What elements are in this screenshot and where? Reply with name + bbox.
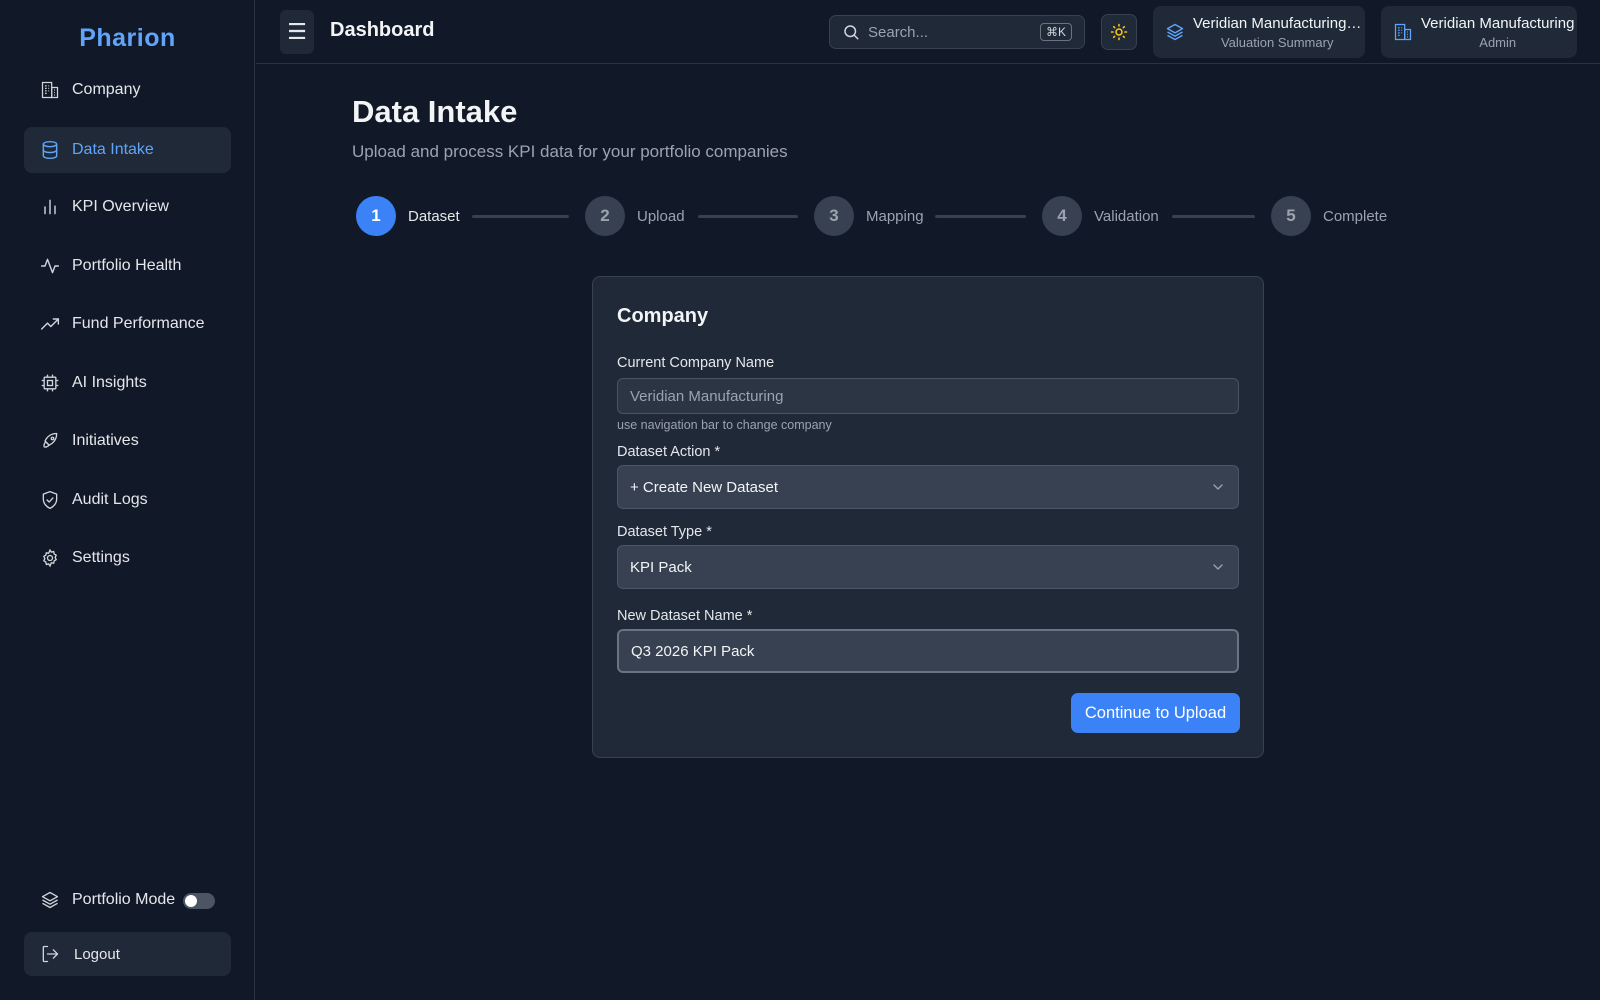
company-context-subtitle: Admin xyxy=(1479,34,1517,50)
theme-toggle-button[interactable] xyxy=(1101,14,1137,50)
step-4-indicator[interactable]: 4 xyxy=(1042,196,1082,236)
dataset-context-subtitle: Valuation Summary xyxy=(1220,34,1334,50)
menu-toggle-button[interactable]: ☰ xyxy=(280,10,314,54)
sidebar-item-fund-performance[interactable]: Fund Performance xyxy=(24,301,231,347)
step-connector xyxy=(935,215,1026,218)
sidebar-item-company[interactable]: Company xyxy=(24,67,231,113)
search-shortcut-badge: ⌘K xyxy=(1039,23,1072,41)
step-5-label: Complete xyxy=(1323,208,1388,225)
page-subtitle: Upload and process KPI data for your por… xyxy=(352,142,788,161)
company-name-hint: use navigation bar to change company xyxy=(617,418,832,432)
layers-icon xyxy=(1165,22,1185,42)
sidebar-item-kpi-overview[interactable]: KPI Overview xyxy=(24,184,231,230)
logout-icon xyxy=(40,944,60,964)
sidebar-item-audit-logs[interactable]: Audit Logs xyxy=(24,477,231,523)
dataset-form-card: Company Current Company Name Veridian Ma… xyxy=(592,276,1264,758)
sidebar-item-label: AI Insights xyxy=(72,374,147,391)
sidebar-item-label: Portfolio Health xyxy=(72,257,182,274)
gear-icon xyxy=(40,548,60,568)
building-icon xyxy=(40,80,60,100)
sidebar-item-label: Data Intake xyxy=(72,141,154,158)
sidebar-item-label: KPI Overview xyxy=(72,198,169,215)
sidebar: Pharion Company Data Intake KPI Overview… xyxy=(0,0,255,1000)
dataset-action-label: Dataset Action * xyxy=(617,444,721,460)
portfolio-mode-toggle[interactable] xyxy=(183,893,215,909)
portfolio-mode-row: Portfolio Mode xyxy=(24,878,231,922)
page-title: Data Intake xyxy=(352,94,518,129)
header-title: Dashboard xyxy=(330,19,435,41)
step-1-label: Dataset xyxy=(408,208,460,225)
dataset-context-title: Veridian Manufacturing… xyxy=(1193,14,1362,32)
sidebar-item-label: Initiatives xyxy=(72,432,139,449)
sun-icon xyxy=(1110,23,1128,41)
search-input[interactable]: Search... ⌘K xyxy=(829,15,1085,49)
trending-up-icon xyxy=(40,314,60,334)
chevron-down-icon xyxy=(1210,479,1226,495)
sidebar-item-label: Fund Performance xyxy=(72,315,205,332)
step-2-label: Upload xyxy=(637,208,685,225)
step-3-label: Mapping xyxy=(866,208,924,225)
dataset-type-value: KPI Pack xyxy=(630,558,692,576)
logout-label: Logout xyxy=(74,945,120,963)
brand-logo[interactable]: Pharion xyxy=(0,24,255,53)
search-icon xyxy=(842,23,860,41)
dataset-action-value: + Create New Dataset xyxy=(630,478,778,496)
shield-check-icon xyxy=(40,490,60,510)
step-connector xyxy=(698,215,798,218)
logout-button[interactable]: Logout xyxy=(24,932,231,976)
dataset-context-selector[interactable]: Veridian Manufacturing… Valuation Summar… xyxy=(1153,6,1365,58)
rocket-icon xyxy=(40,431,60,451)
bar-chart-icon xyxy=(40,197,60,217)
sidebar-item-settings[interactable]: Settings xyxy=(24,535,231,581)
sidebar-item-portfolio-health[interactable]: Portfolio Health xyxy=(24,243,231,289)
sidebar-item-label: Company xyxy=(72,81,141,98)
card-title: Company xyxy=(617,305,709,327)
dataset-type-select[interactable]: KPI Pack xyxy=(617,545,1239,589)
top-bar: ☰ Dashboard Search... ⌘K Veridian Manufa… xyxy=(256,0,1600,64)
step-4-label: Validation xyxy=(1094,208,1159,225)
sidebar-item-label: Audit Logs xyxy=(72,491,148,508)
sidebar-item-label: Settings xyxy=(72,549,130,566)
building-icon xyxy=(1393,22,1413,42)
step-connector xyxy=(1172,215,1255,218)
company-name-field: Veridian Manufacturing xyxy=(617,378,1239,414)
cpu-icon xyxy=(40,373,60,393)
dataset-action-select[interactable]: + Create New Dataset xyxy=(617,465,1239,509)
search-placeholder: Search... xyxy=(868,23,929,41)
sidebar-item-data-intake[interactable]: Data Intake xyxy=(24,127,231,173)
sidebar-item-ai-insights[interactable]: AI Insights xyxy=(24,360,231,406)
company-context-selector[interactable]: Veridian Manufacturing Admin xyxy=(1381,6,1577,58)
company-context-title: Veridian Manufacturing xyxy=(1421,14,1575,32)
step-1-indicator[interactable]: 1 xyxy=(356,196,396,236)
activity-icon xyxy=(40,256,60,276)
chevron-down-icon xyxy=(1210,559,1226,575)
step-3-indicator[interactable]: 3 xyxy=(814,196,854,236)
layers-icon xyxy=(40,890,60,910)
sidebar-item-initiatives[interactable]: Initiatives xyxy=(24,418,231,464)
continue-to-upload-button[interactable]: Continue to Upload xyxy=(1071,693,1240,733)
step-5-indicator[interactable]: 5 xyxy=(1271,196,1311,236)
company-name-label: Current Company Name xyxy=(617,355,775,371)
step-2-indicator[interactable]: 2 xyxy=(585,196,625,236)
step-connector xyxy=(472,215,569,218)
dataset-name-input[interactable]: Q3 2026 KPI Pack xyxy=(617,629,1239,673)
dataset-name-label: New Dataset Name * xyxy=(617,608,753,624)
portfolio-mode-label: Portfolio Mode xyxy=(72,891,176,908)
dataset-type-label: Dataset Type * xyxy=(617,524,712,540)
database-icon xyxy=(40,140,60,160)
